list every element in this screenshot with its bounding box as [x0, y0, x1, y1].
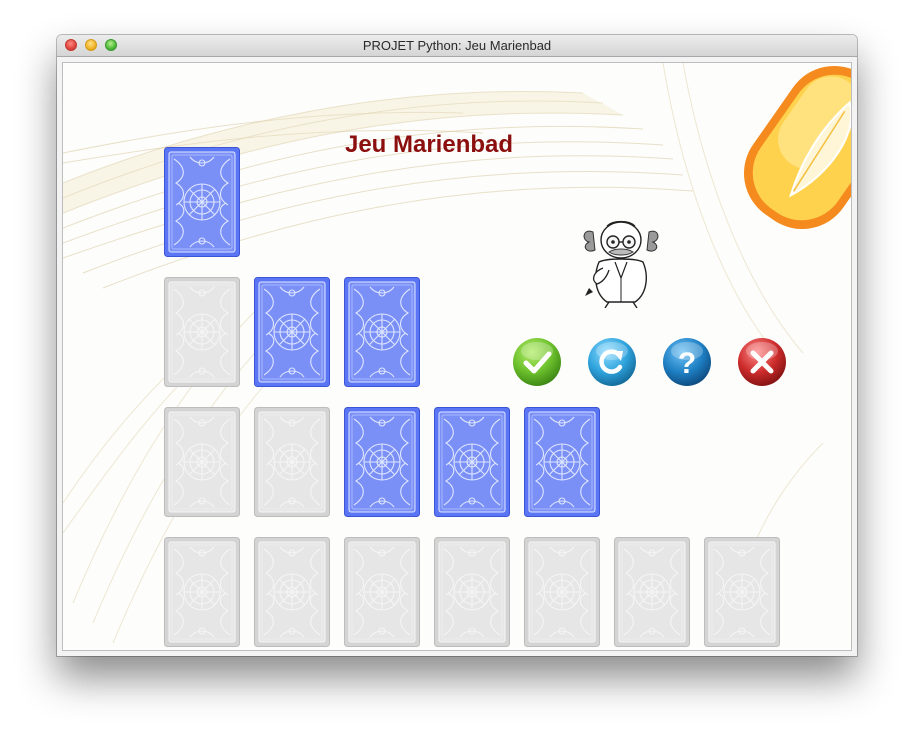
quit-button[interactable]: [737, 337, 787, 387]
card-row1-1[interactable]: [164, 147, 240, 257]
check-icon: [513, 338, 561, 386]
card-row4-6-removed: [614, 537, 690, 647]
app-window: PROJET Python: Jeu Marienbad Jeu Marienb…: [57, 35, 857, 656]
card-row2-2[interactable]: [254, 277, 330, 387]
professor-icon: [583, 220, 659, 308]
svg-text:?: ?: [678, 347, 696, 380]
card-row4-4-removed: [434, 537, 510, 647]
card-row2-3[interactable]: [344, 277, 420, 387]
card-row3-4[interactable]: [434, 407, 510, 517]
card-row4-7-removed: [704, 537, 780, 647]
card-row3-2-removed: [254, 407, 330, 517]
window-title: PROJET Python: Jeu Marienbad: [362, 38, 552, 53]
card-row3-1-removed: [164, 407, 240, 517]
reset-button[interactable]: [587, 337, 637, 387]
question-icon: ?: [663, 338, 711, 386]
card-row4-1-removed: [164, 537, 240, 647]
card-row4-5-removed: [524, 537, 600, 647]
close-icon: [738, 338, 786, 386]
card-row4-3-removed: [344, 537, 420, 647]
game-canvas: Jeu Marienbad ?: [62, 62, 852, 651]
card-row3-5[interactable]: [524, 407, 600, 517]
card-row4-2-removed: [254, 537, 330, 647]
refresh-icon: [588, 338, 636, 386]
title-bar: PROJET Python: Jeu Marienbad: [57, 35, 857, 57]
validate-button[interactable]: [512, 337, 562, 387]
help-button[interactable]: ?: [662, 337, 712, 387]
card-row3-3[interactable]: [344, 407, 420, 517]
card-row2-1-removed: [164, 277, 240, 387]
